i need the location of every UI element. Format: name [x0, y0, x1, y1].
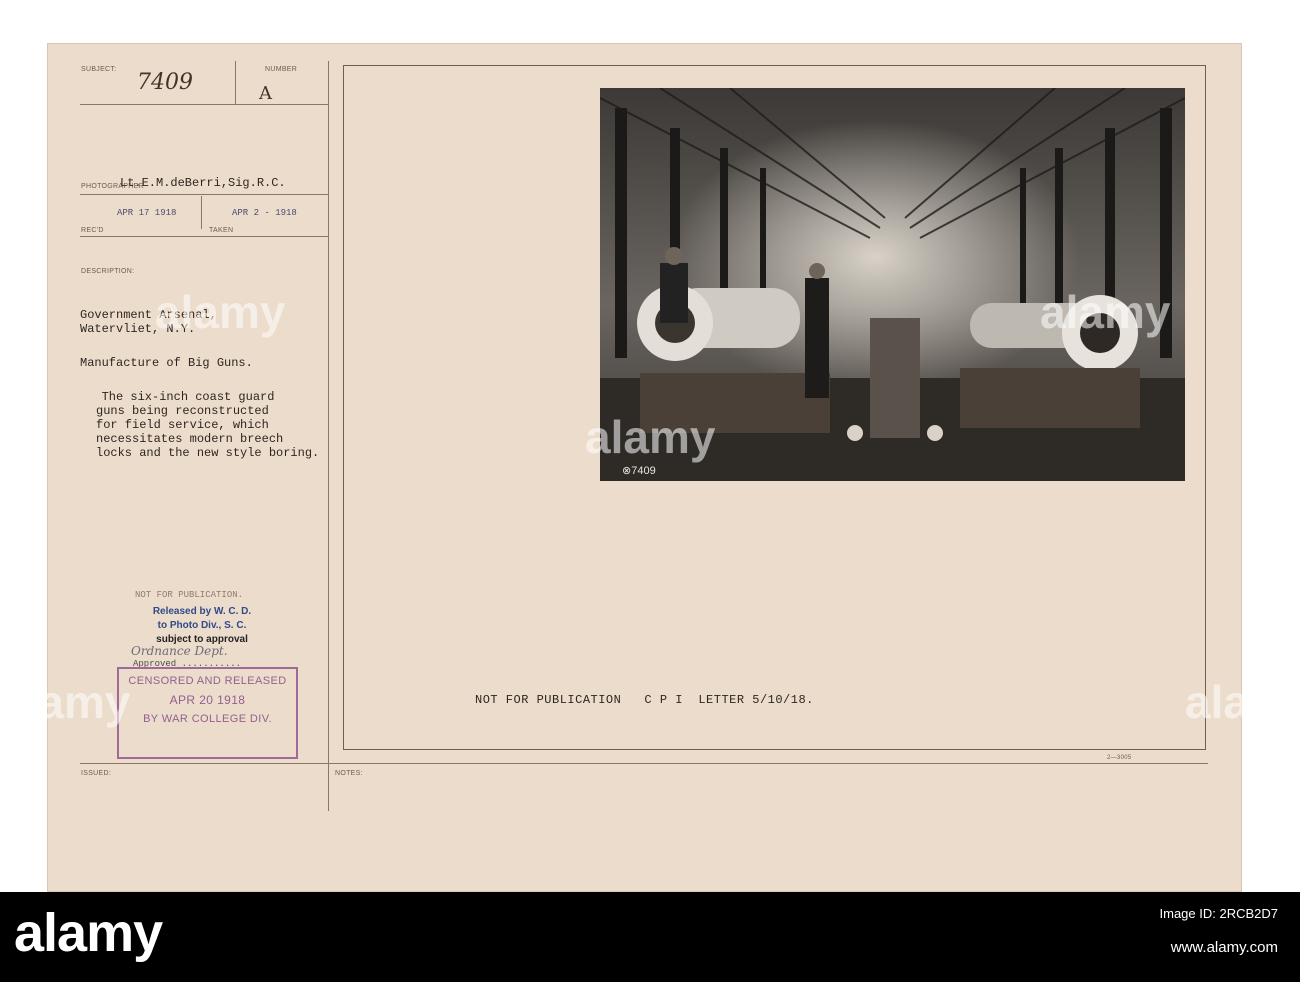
watermark-text: alamy	[1040, 286, 1171, 338]
number-label: NUMBER	[265, 66, 298, 73]
image-id: Image ID: 2RCB2D7	[1159, 906, 1279, 921]
taken-date: APR 2 - 1918	[232, 208, 297, 218]
negative-number: ⊗7409	[622, 465, 656, 477]
censor-stamp: CENSORED AND RELEASED APR 20 1918 BY WAR…	[117, 667, 298, 759]
watermark-banner: alamy Image ID: 2RCB2D7 www.alamy.com	[0, 892, 1300, 982]
description-line: for field service, which	[96, 418, 269, 432]
handwritten-note: Ordnance Dept.	[131, 644, 228, 658]
censor-line: CENSORED AND RELEASED	[128, 675, 287, 687]
description-label: DESCRIPTION:	[81, 268, 135, 275]
field-rule	[80, 104, 328, 105]
number-value: A	[259, 83, 272, 104]
alamy-logo: alamy	[14, 903, 163, 963]
bottom-rule	[80, 763, 1208, 764]
censor-date: APR 20 1918	[169, 693, 246, 707]
description-line: locks and the new style boring.	[96, 446, 320, 460]
watermark-text: alamy	[155, 286, 286, 338]
field-rule	[80, 236, 328, 237]
description-line: necessitates modern breech	[96, 432, 284, 446]
censor-line: BY WAR COLLEGE DIV.	[143, 713, 272, 725]
received-label: REC'D	[81, 227, 104, 234]
subject-label: SUBJECT:	[81, 66, 117, 73]
release-line: to Photo Div., S. C.	[157, 620, 247, 631]
image-info: Image ID: 2RCB2D7 www.alamy.com	[1160, 906, 1279, 956]
description-line: The six-inch coast guard	[80, 390, 275, 404]
issued-label: ISSUED:	[81, 770, 112, 777]
subject-number: 7409	[137, 70, 193, 95]
column-divider	[328, 61, 329, 811]
photographer-value: Lt.E.M.deBerri,Sig.R.C.	[120, 176, 286, 190]
field-divider	[201, 196, 202, 229]
description-line: Manufacture of Big Guns.	[80, 356, 253, 370]
watermark-text: alamy	[585, 411, 716, 463]
faint-stamp: NOT FOR PUBLICATION.	[135, 590, 244, 600]
watermark-text: alamy	[0, 676, 131, 728]
release-line: Released by W. C. D.	[152, 606, 252, 617]
site-url: www.alamy.com	[1170, 939, 1278, 956]
received-date: APR 17 1918	[117, 208, 177, 218]
form-code: 2—3005	[1107, 755, 1132, 761]
watermark-text: alamy	[1185, 676, 1300, 728]
field-divider	[235, 61, 236, 105]
notes-label: NOTES:	[335, 770, 363, 777]
field-rule	[80, 194, 328, 195]
description-line: guns being reconstructed	[96, 404, 269, 418]
taken-label: TAKEN	[209, 227, 234, 234]
